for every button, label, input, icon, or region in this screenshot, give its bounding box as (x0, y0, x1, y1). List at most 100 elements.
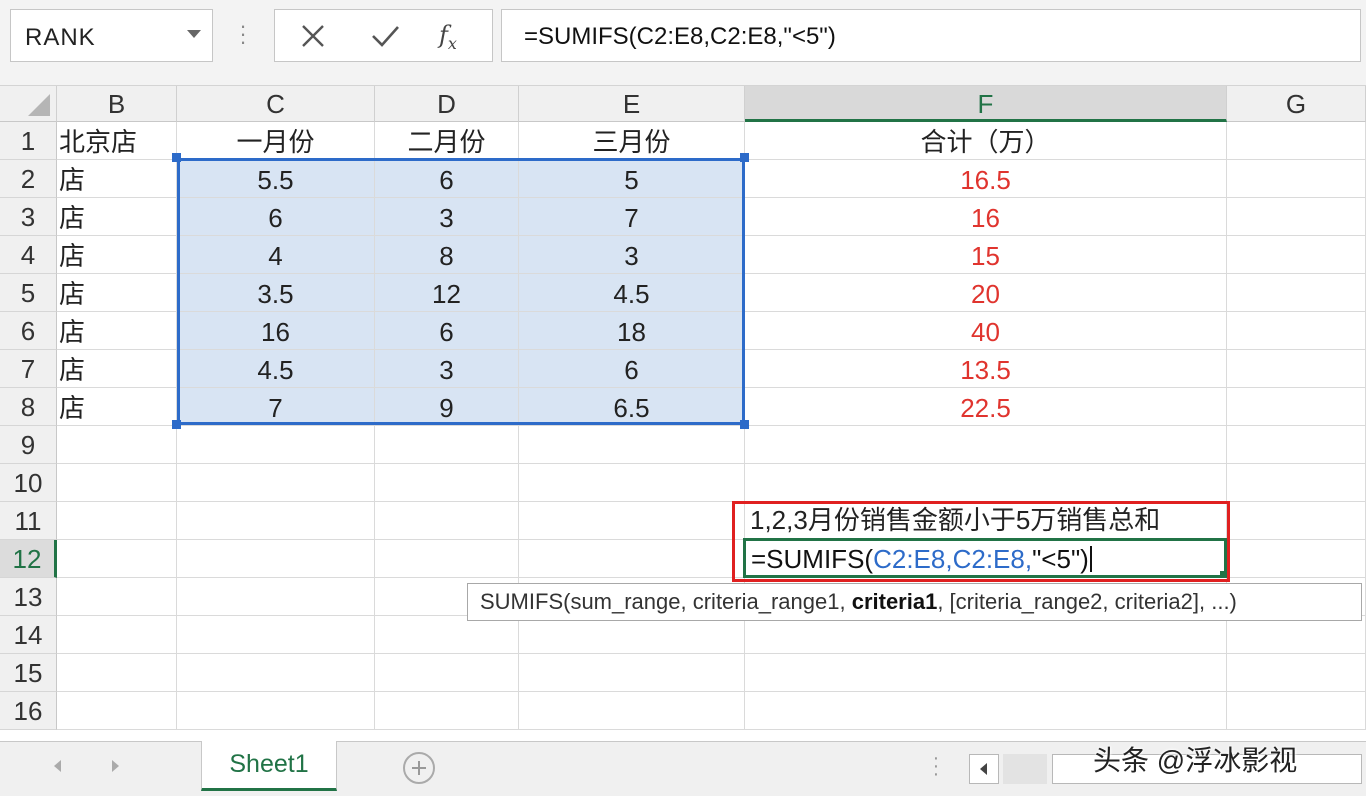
column-header-f[interactable]: F (745, 86, 1227, 122)
spreadsheet-grid[interactable]: B C D E F G 1 2 3 4 5 6 7 8 9 10 11 12 13 14 15 16 北京店 一月份 二月份 三月… (0, 86, 1366, 741)
cell-c2[interactable]: 5.5 (177, 160, 375, 198)
cell-f5[interactable]: 20 (745, 274, 1227, 312)
cell-e3[interactable]: 7 (519, 198, 745, 236)
cell-b10[interactable] (57, 464, 177, 502)
cell-d4[interactable]: 8 (375, 236, 519, 274)
selection-handle[interactable] (740, 420, 749, 429)
cell-b14[interactable] (57, 616, 177, 654)
cell-g14[interactable] (1227, 616, 1366, 654)
cell-d6[interactable]: 6 (375, 312, 519, 350)
row-header-12[interactable]: 12 (0, 540, 57, 578)
column-header-d[interactable]: D (375, 86, 519, 122)
selection-handle[interactable] (172, 420, 181, 429)
selection-handle[interactable] (172, 153, 181, 162)
cell-g3[interactable] (1227, 198, 1366, 236)
cell-c5[interactable]: 3.5 (177, 274, 375, 312)
cell-c15[interactable] (177, 654, 375, 692)
cell-b4[interactable]: 店 (57, 236, 177, 274)
row-header-7[interactable]: 7 (0, 350, 57, 388)
cell-f15[interactable] (745, 654, 1227, 692)
cell-b1[interactable]: 北京店 (57, 122, 177, 160)
next-sheet-icon[interactable] (112, 760, 119, 772)
scroll-left-icon[interactable] (969, 754, 999, 784)
note-cell-f11[interactable]: 1,2,3月份销售金额小于5万销售总和 (745, 500, 1225, 538)
cell-g15[interactable] (1227, 654, 1366, 692)
cell-f6[interactable]: 40 (745, 312, 1227, 350)
cell-e1[interactable]: 三月份 (519, 122, 745, 160)
cell-e4[interactable]: 3 (519, 236, 745, 274)
cell-g1[interactable] (1227, 122, 1366, 160)
column-header-g[interactable]: G (1227, 86, 1366, 122)
cell-b16[interactable] (57, 692, 177, 730)
row-header-3[interactable]: 3 (0, 198, 57, 236)
row-header-6[interactable]: 6 (0, 312, 57, 350)
selection-handle[interactable] (740, 153, 749, 162)
cell-g9[interactable] (1227, 426, 1366, 464)
cell-b9[interactable] (57, 426, 177, 464)
check-icon[interactable] (365, 19, 405, 53)
cell-g12[interactable] (1227, 540, 1366, 578)
cell-d1[interactable]: 二月份 (375, 122, 519, 160)
cell-c10[interactable] (177, 464, 375, 502)
cell-b6[interactable]: 店 (57, 312, 177, 350)
cell-e16[interactable] (519, 692, 745, 730)
row-header-2[interactable]: 2 (0, 160, 57, 198)
prev-sheet-icon[interactable] (54, 760, 61, 772)
cell-g11[interactable] (1227, 502, 1366, 540)
row-header-15[interactable]: 15 (0, 654, 57, 692)
cell-c7[interactable]: 4.5 (177, 350, 375, 388)
cell-f9[interactable] (745, 426, 1227, 464)
fill-handle[interactable] (1220, 571, 1227, 578)
cell-d12[interactable] (375, 540, 519, 578)
select-all-corner[interactable] (0, 86, 57, 122)
cell-f2[interactable]: 16.5 (745, 160, 1227, 198)
cell-f16[interactable] (745, 692, 1227, 730)
add-sheet-icon[interactable] (403, 752, 435, 784)
row-header-14[interactable]: 14 (0, 616, 57, 654)
row-header-4[interactable]: 4 (0, 236, 57, 274)
row-header-13[interactable]: 13 (0, 578, 57, 616)
cell-b15[interactable] (57, 654, 177, 692)
cell-f4[interactable]: 15 (745, 236, 1227, 274)
cell-b12[interactable] (57, 540, 177, 578)
cell-e8[interactable]: 6.5 (519, 388, 745, 426)
cell-g4[interactable] (1227, 236, 1366, 274)
cancel-icon[interactable] (293, 19, 333, 53)
cell-g16[interactable] (1227, 692, 1366, 730)
cell-b8[interactable]: 店 (57, 388, 177, 426)
row-header-1[interactable]: 1 (0, 122, 57, 160)
cell-c12[interactable] (177, 540, 375, 578)
cell-c1[interactable]: 一月份 (177, 122, 375, 160)
cell-e6[interactable]: 18 (519, 312, 745, 350)
cell-b11[interactable] (57, 502, 177, 540)
cell-g7[interactable] (1227, 350, 1366, 388)
cell-f8[interactable]: 22.5 (745, 388, 1227, 426)
cell-d15[interactable] (375, 654, 519, 692)
cell-e9[interactable] (519, 426, 745, 464)
cell-d14[interactable] (375, 616, 519, 654)
cell-f7[interactable]: 13.5 (745, 350, 1227, 388)
row-header-5[interactable]: 5 (0, 274, 57, 312)
sheet-tab-sheet1[interactable]: Sheet1 (201, 741, 337, 791)
cell-b13[interactable] (57, 578, 177, 616)
cell-e14[interactable] (519, 616, 745, 654)
row-header-9[interactable]: 9 (0, 426, 57, 464)
cell-d11[interactable] (375, 502, 519, 540)
horizontal-scrollbar-thumb[interactable] (1003, 754, 1047, 784)
cell-b3[interactable]: 店 (57, 198, 177, 236)
cell-e12[interactable] (519, 540, 745, 578)
name-box[interactable]: RANK (10, 9, 213, 62)
cell-d2[interactable]: 6 (375, 160, 519, 198)
cell-b5[interactable]: 店 (57, 274, 177, 312)
cell-g5[interactable] (1227, 274, 1366, 312)
cell-e11[interactable] (519, 502, 745, 540)
cell-d9[interactable] (375, 426, 519, 464)
column-header-c[interactable]: C (177, 86, 375, 122)
cell-f3[interactable]: 16 (745, 198, 1227, 236)
column-header-b[interactable]: B (57, 86, 177, 122)
cell-d16[interactable] (375, 692, 519, 730)
cell-d5[interactable]: 12 (375, 274, 519, 312)
cell-c9[interactable] (177, 426, 375, 464)
cell-f14[interactable] (745, 616, 1227, 654)
cell-e15[interactable] (519, 654, 745, 692)
